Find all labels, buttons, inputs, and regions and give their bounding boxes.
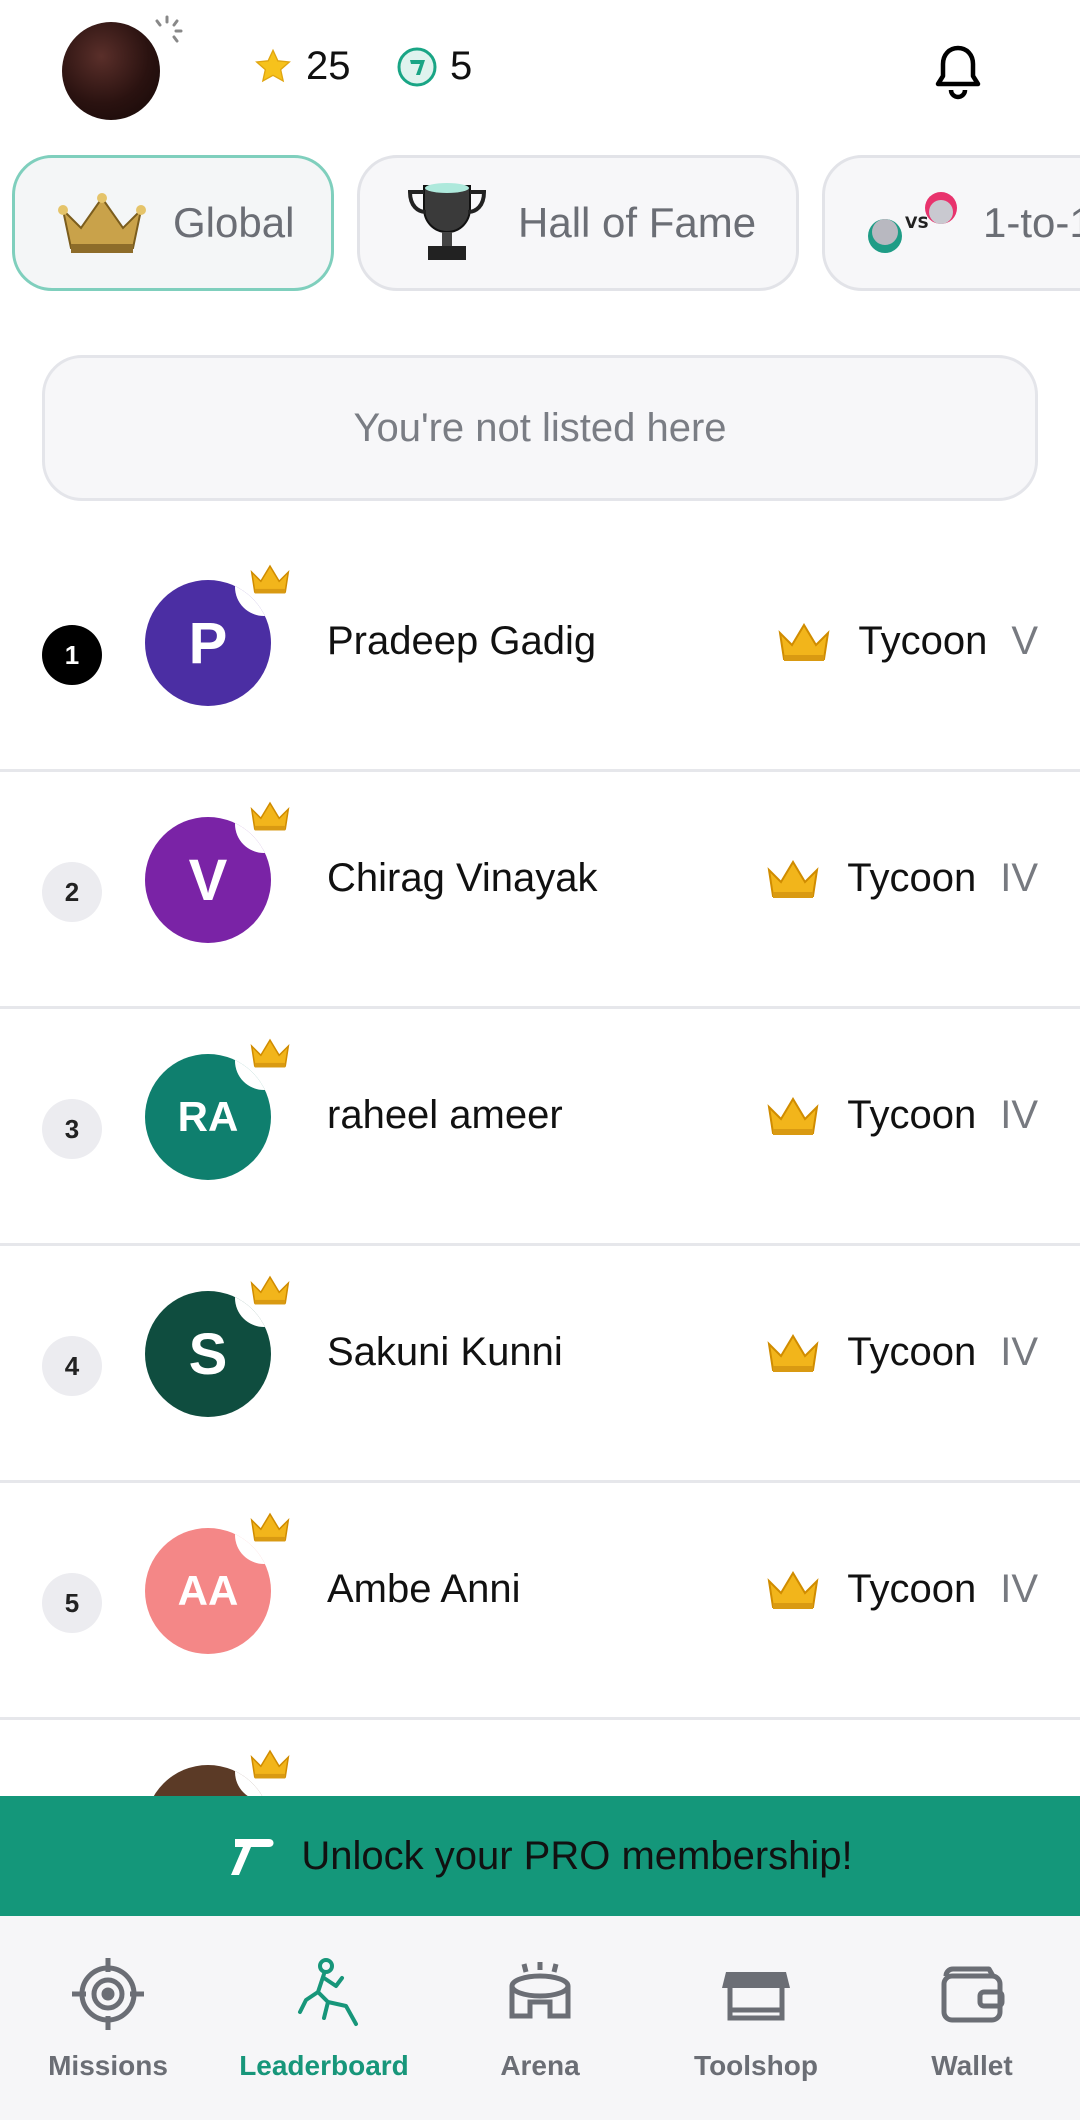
rank-badge: 2 — [42, 862, 102, 922]
user-name: Pradeep Gadig — [327, 619, 597, 663]
tier-crown-icon — [765, 858, 821, 900]
tab-1-to-1[interactable]: VS 1-to-1 — [822, 155, 1080, 291]
rank-badge: 1 — [42, 625, 102, 685]
tab-hall-of-fame[interactable]: Hall of Fame — [357, 155, 799, 291]
tier-name: Tycoon — [847, 1567, 977, 1611]
crown-icon — [248, 1748, 292, 1780]
nav-missions-label: Missions — [48, 2050, 168, 2081]
tier-level: IV — [1000, 856, 1038, 900]
stars-stat[interactable]: 25 — [252, 44, 351, 89]
profile-avatar[interactable] — [62, 22, 160, 120]
crown-icon — [248, 800, 292, 832]
tier-crown-icon — [765, 1332, 821, 1374]
tier-name: Tycoon — [847, 1330, 977, 1374]
tier-badge: Tycoon IV — [765, 1330, 1038, 1375]
tier-crown-icon — [776, 621, 832, 663]
user-avatar[interactable]: RA — [145, 1054, 271, 1180]
avatar-initials: AA — [177, 1567, 239, 1614]
tier-badge: Tycoon IV — [765, 1567, 1038, 1612]
tier-name: Tycoon — [847, 856, 977, 900]
bell-icon[interactable] — [934, 44, 982, 100]
stars-count: 25 — [306, 44, 351, 88]
svg-text:VS: VS — [905, 213, 929, 232]
avatar-initials: P — [188, 610, 228, 676]
nav-arena-label: Arena — [500, 2050, 580, 2081]
tier-level: IV — [1000, 1567, 1038, 1611]
nav-leaderboard-label: Leaderboard — [239, 2050, 409, 2081]
user-name: raheel ameer — [327, 1093, 563, 1137]
nav-missions[interactable]: Missions — [0, 1916, 216, 2120]
leaderboard-row[interactable]: 4 S Sakuni Kunni Tycoon IV — [0, 1246, 1080, 1483]
leaderboard-row[interactable]: 5 AA Ambe Anni Tycoon IV — [0, 1483, 1080, 1720]
nav-wallet-label: Wallet — [931, 2050, 1013, 2081]
arena-icon — [509, 1962, 571, 2019]
tier-badge: Tycoon IV — [765, 856, 1038, 901]
pro-logo-icon — [231, 1839, 274, 1875]
nav-arena[interactable]: Arena — [432, 1916, 648, 2120]
tier-badge: Tycoon V — [776, 619, 1038, 664]
user-name: Ambe Anni — [327, 1567, 521, 1611]
tier-crown-icon — [765, 1095, 821, 1137]
user-avatar[interactable]: AA — [145, 1528, 271, 1654]
rank-badge: 3 — [42, 1099, 102, 1159]
nav-toolshop[interactable]: Toolshop — [648, 1916, 864, 2120]
tier-level: IV — [1000, 1330, 1038, 1374]
tab-hall-of-fame-label: Hall of Fame — [518, 199, 757, 246]
shop-icon — [722, 1972, 790, 2021]
user-name: Sakuni Kunni — [327, 1330, 563, 1374]
wallet-icon — [941, 1966, 1005, 2023]
user-name: Chirag Vinayak — [327, 856, 598, 900]
tab-1-to-1-label: 1-to-1 — [983, 199, 1080, 246]
leaderboard-row[interactable]: 1 P Pradeep Gadig Tycoon V — [0, 535, 1080, 772]
coin-icon — [396, 46, 438, 88]
avatar-initials: RA — [177, 1093, 239, 1140]
not-listed-notice: You're not listed here — [42, 355, 1038, 501]
crown-icon — [248, 1037, 292, 1069]
target-icon — [72, 1958, 144, 2030]
crown-icon — [248, 1274, 292, 1306]
user-avatar[interactable]: S — [145, 1291, 271, 1417]
tier-badge: Tycoon IV — [765, 1093, 1038, 1138]
leaderboard-list: 1 P Pradeep Gadig Tycoon V 2 V Chirag Vinayak Ty… — [0, 535, 1080, 1957]
vs-icon: VS — [865, 176, 959, 270]
user-avatar[interactable]: V — [145, 817, 271, 943]
avatar-initials: S — [188, 1321, 228, 1387]
leaderboard-tabs: Global Hall of Fame VS 1-to-1 — [0, 155, 1080, 291]
coins-stat[interactable]: 5 — [396, 44, 472, 89]
nav-leaderboard[interactable]: Leaderboard — [216, 1916, 432, 2120]
crown-icon — [248, 1511, 292, 1543]
bottom-nav: Missions Leaderboard Arena Toolshop Wall… — [0, 1916, 1080, 2120]
tier-name: Tycoon — [858, 619, 988, 663]
pro-banner-text: Unlock your PRO membership! — [301, 1833, 853, 1878]
crown-icon — [248, 563, 292, 595]
coins-count: 5 — [450, 44, 473, 88]
nav-toolshop-label: Toolshop — [694, 2050, 818, 2081]
rank-badge: 4 — [42, 1336, 102, 1396]
leaderboard-row[interactable]: 3 RA raheel ameer Tycoon IV — [0, 1009, 1080, 1246]
leaderboard-row[interactable]: 2 V Chirag Vinayak Tycoon IV — [0, 772, 1080, 1009]
trophy-icon — [400, 176, 494, 270]
nav-wallet[interactable]: Wallet — [864, 1916, 1080, 2120]
tab-global[interactable]: Global — [12, 155, 334, 291]
pro-membership-banner[interactable]: Unlock your PRO membership! — [0, 1796, 1080, 1916]
rank-badge: 5 — [42, 1573, 102, 1633]
user-avatar[interactable]: P — [145, 580, 271, 706]
crown-icon — [55, 176, 149, 270]
tier-level: IV — [1000, 1093, 1038, 1137]
tier-name: Tycoon — [847, 1093, 977, 1137]
climber-icon — [298, 1958, 358, 2026]
tab-global-label: Global — [173, 199, 295, 246]
loading-ring-icon — [155, 15, 183, 43]
top-bar: 25 5 — [0, 0, 1080, 150]
tier-level: V — [1011, 619, 1038, 663]
avatar-initials: V — [188, 847, 228, 913]
star-icon — [252, 46, 294, 88]
tier-crown-icon — [765, 1569, 821, 1611]
